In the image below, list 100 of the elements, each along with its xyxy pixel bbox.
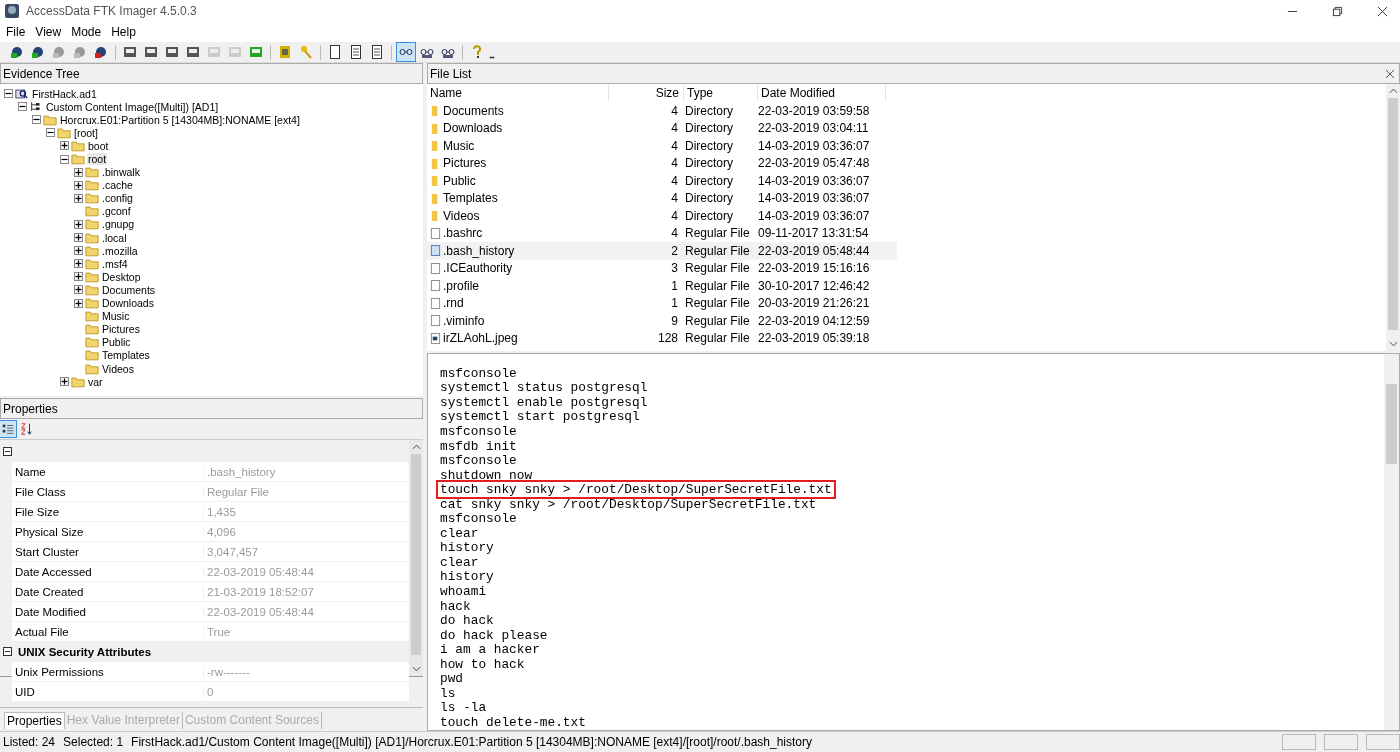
expand-icon[interactable] bbox=[74, 246, 83, 256]
tree-item[interactable]: Custom Content Image([Multi]) [AD1] bbox=[45, 100, 220, 113]
expand-icon[interactable] bbox=[74, 193, 83, 203]
menu-item[interactable]: Help bbox=[111, 25, 136, 39]
size-cell-text: 4 bbox=[670, 156, 679, 171]
collapse-icon[interactable] bbox=[18, 102, 27, 112]
text-line: ls bbox=[439, 685, 457, 702]
file-row[interactable]: Pictures 4 Directory 22-03-2019 05:47:48 bbox=[427, 154, 1386, 172]
size-cell-text: 4 bbox=[670, 173, 679, 188]
expand-icon[interactable] bbox=[74, 180, 83, 190]
file-row[interactable]: Videos 4 Directory 14-03-2019 03:36:07 bbox=[427, 207, 1386, 225]
text-line: history bbox=[439, 539, 495, 557]
categorized-icon[interactable] bbox=[0, 421, 16, 437]
tree-item[interactable]: Downloads bbox=[101, 297, 155, 310]
tree-item[interactable]: Documents bbox=[101, 283, 157, 296]
file-row[interactable]: .profile 1 Regular File 30-10-2017 12:46:42 bbox=[427, 277, 1386, 295]
property-name: UID bbox=[12, 685, 204, 698]
status-path: FirstHack.ad1/Custom Content Image([Multi]) [AD1]/Horcrux.E01:Partition 5 [14304MB]:NONAME [ext4]/[root]/root/.bash_history bbox=[131, 735, 814, 749]
date-cell-text: 14-03-2019 03:36:07 bbox=[757, 173, 871, 188]
tree-item[interactable]: Desktop bbox=[101, 270, 142, 283]
tree-item[interactable]: .binwalk bbox=[101, 166, 141, 179]
expand-icon[interactable] bbox=[74, 272, 83, 282]
magnifier-icon bbox=[15, 87, 29, 100]
tree-item[interactable]: .cache bbox=[101, 179, 134, 192]
group-title: UNIX Security Attributes bbox=[18, 645, 152, 658]
glasses-icon[interactable] bbox=[397, 43, 415, 61]
file-name: .bash_history bbox=[443, 243, 515, 258]
type-cell-text: Regular File bbox=[684, 278, 751, 293]
scroll-down-icon[interactable] bbox=[1388, 341, 1398, 347]
tree-item[interactable]: root bbox=[87, 153, 108, 165]
window-title: AccessData FTK Imager 4.5.0.3 bbox=[26, 4, 197, 18]
scroll-down-icon[interactable] bbox=[411, 666, 421, 672]
tree-item[interactable]: .msf4 bbox=[101, 257, 129, 270]
expand-icon[interactable] bbox=[74, 298, 83, 308]
expand-icon[interactable] bbox=[74, 220, 83, 229]
collapse-icon[interactable] bbox=[60, 154, 69, 164]
file-row[interactable]: Templates 4 Directory 14-03-2019 03:36:07 bbox=[427, 189, 1386, 207]
tree-item[interactable]: .config bbox=[101, 192, 134, 205]
menu-item[interactable]: File bbox=[6, 25, 26, 39]
file-row[interactable]: .bashrc 4 Regular File 09-11-2017 13:31:54 bbox=[427, 224, 1386, 242]
file-name: .viminfo bbox=[443, 313, 485, 328]
tree-item[interactable]: Videos bbox=[101, 362, 135, 375]
expand-icon[interactable] bbox=[60, 141, 69, 151]
collapse-icon[interactable] bbox=[32, 115, 41, 125]
tree-item[interactable]: [root] bbox=[73, 126, 99, 139]
collapse-icon[interactable] bbox=[3, 447, 12, 456]
file-row[interactable]: .ICEauthority 3 Regular File 22-03-2019 15:16:16 bbox=[427, 259, 1386, 277]
scroll-up-icon[interactable] bbox=[411, 444, 421, 450]
tree-item[interactable]: Public bbox=[101, 336, 132, 349]
file-row[interactable]: Documents 4 Directory 22-03-2019 03:59:58 bbox=[427, 102, 1386, 120]
scrollbar[interactable] bbox=[1384, 354, 1399, 730]
expand-icon[interactable] bbox=[74, 259, 83, 269]
close-icon[interactable] bbox=[1385, 68, 1395, 79]
expand-icon[interactable] bbox=[74, 167, 83, 177]
file-name: Templates bbox=[443, 191, 498, 206]
file-row[interactable]: .viminfo 9 Regular File 22-03-2019 04:12:59 bbox=[427, 312, 1386, 330]
close-icon[interactable] bbox=[1377, 5, 1388, 17]
property-name: Date Created bbox=[12, 585, 204, 598]
expand-icon[interactable] bbox=[74, 233, 83, 243]
file-row[interactable]: .rnd 1 Regular File 20-03-2019 21:26:21 bbox=[427, 294, 1386, 312]
column-header[interactable]: Name bbox=[427, 85, 609, 101]
collapse-icon[interactable] bbox=[4, 89, 13, 99]
tree-item[interactable]: Templates bbox=[101, 349, 151, 362]
type-cell-text: Directory bbox=[684, 103, 734, 118]
date-cell-text: 22-03-2019 03:04:11 bbox=[757, 121, 870, 136]
expand-icon[interactable] bbox=[74, 285, 83, 295]
collapse-icon[interactable] bbox=[3, 647, 12, 656]
file-name: irZLAohL.jpeg bbox=[443, 331, 518, 346]
file-row[interactable]: Public 4 Directory 14-03-2019 03:36:07 bbox=[427, 172, 1386, 190]
expand-icon[interactable] bbox=[60, 377, 69, 387]
status-panel bbox=[1366, 734, 1400, 750]
file-row[interactable]: Downloads 4 Directory 22-03-2019 03:04:11 bbox=[427, 119, 1386, 137]
menu-item[interactable]: View bbox=[35, 25, 62, 39]
tree-item[interactable]: boot bbox=[87, 139, 110, 152]
column-header[interactable]: Type bbox=[684, 85, 758, 101]
tree-item[interactable]: .gnupg bbox=[101, 218, 136, 231]
column-header[interactable]: Size bbox=[609, 85, 684, 101]
tree-item[interactable]: .gconf bbox=[101, 205, 132, 218]
sort-icon[interactable] bbox=[18, 421, 34, 437]
property-value: 21-03-2019 18:52:07 bbox=[206, 585, 314, 598]
column-header[interactable]: Date Modified bbox=[758, 85, 886, 101]
tree-item[interactable]: Pictures bbox=[101, 323, 141, 336]
scrollbar[interactable] bbox=[409, 440, 423, 676]
scroll-up-icon[interactable] bbox=[1388, 88, 1398, 94]
property-name: Name bbox=[12, 465, 204, 478]
file-row[interactable]: Music 4 Directory 14-03-2019 03:36:07 bbox=[427, 137, 1386, 155]
file-row[interactable]: .bash_history 2 Regular File 22-03-2019 05:48:44 bbox=[427, 242, 897, 260]
tree-item[interactable]: Horcrux.E01:Partition 5 [14304MB]:NONAME [ext4] bbox=[59, 113, 301, 126]
menu-item[interactable]: Mode bbox=[71, 25, 102, 39]
text-line: history bbox=[439, 568, 495, 586]
file-row[interactable]: irZLAohL.jpeg 128 Regular File 22-03-2019 05:39:18 bbox=[427, 329, 1386, 347]
tab[interactable]: Properties bbox=[4, 712, 65, 729]
restore-icon[interactable] bbox=[1332, 5, 1343, 17]
tree-item[interactable]: .local bbox=[101, 231, 128, 244]
collapse-icon[interactable] bbox=[46, 128, 55, 138]
tree-item[interactable]: Music bbox=[101, 310, 131, 323]
tree-item[interactable]: var bbox=[87, 375, 104, 388]
tree-item[interactable]: .mozilla bbox=[101, 244, 139, 257]
scrollbar[interactable] bbox=[1386, 84, 1400, 351]
tree-item[interactable]: FirstHack.ad1 bbox=[31, 87, 98, 100]
